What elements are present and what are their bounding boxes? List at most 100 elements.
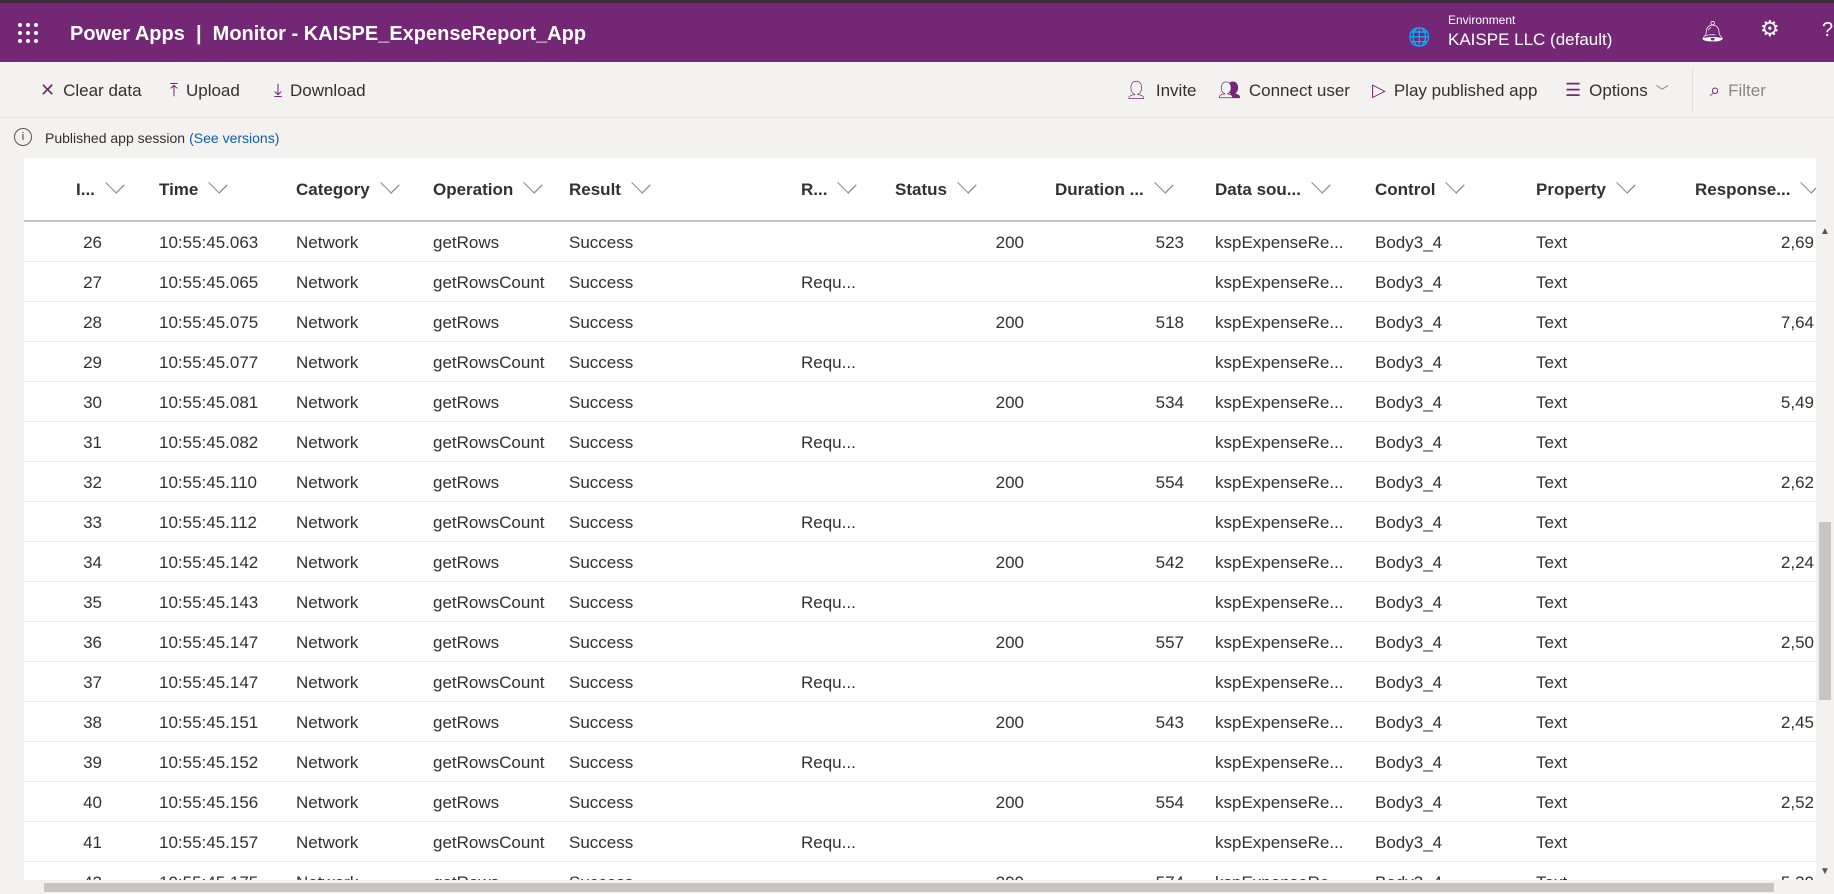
scroll-thumb[interactable] bbox=[44, 883, 1774, 892]
chevron-down-icon[interactable] bbox=[208, 174, 229, 194]
chevron-down-icon[interactable] bbox=[1311, 174, 1331, 194]
upload-button[interactable]: ⤒ Upload bbox=[170, 80, 240, 101]
play-published-app-button[interactable]: ▷ Play published app bbox=[1372, 80, 1538, 101]
cell-category: Network bbox=[296, 553, 359, 572]
play-icon: ▷ bbox=[1372, 80, 1386, 100]
cell-status: 200 bbox=[894, 873, 1024, 880]
download-button[interactable]: ⤓ Download bbox=[274, 80, 366, 101]
cell-property: Text bbox=[1536, 593, 1568, 612]
table-row[interactable]: 26 10:55:45.063 Network getRows Success 200 52… bbox=[24, 222, 1816, 262]
column-header-duration[interactable]: Duration ... bbox=[1055, 174, 1174, 200]
column-header-category[interactable]: Category bbox=[296, 174, 400, 200]
connect-user-button[interactable]: 👥︎ Connect user bbox=[1218, 80, 1350, 101]
cell-id: 38 bbox=[83, 713, 102, 732]
column-header-data-source[interactable]: Data sou... bbox=[1215, 174, 1331, 200]
cell-category: Network bbox=[296, 273, 359, 292]
chevron-down-icon[interactable] bbox=[523, 174, 544, 194]
column-header-id[interactable]: I... bbox=[76, 174, 125, 200]
chevron-down-icon[interactable] bbox=[1445, 174, 1466, 194]
column-header-label: Time bbox=[159, 180, 199, 199]
chevron-down-icon[interactable] bbox=[631, 174, 651, 194]
cell-category: Network bbox=[296, 393, 359, 412]
table-row[interactable]: 35 10:55:45.143 Network getRowsCount Success… bbox=[24, 582, 1816, 622]
scroll-thumb[interactable] bbox=[1819, 522, 1831, 700]
scroll-up-icon[interactable]: ▲ bbox=[1820, 226, 1830, 237]
session-text: Published app session bbox=[45, 130, 186, 146]
table-row[interactable]: 32 10:55:45.110 Network getRows Success 200 55… bbox=[24, 462, 1816, 502]
cell-data-source: kspExpenseRe... bbox=[1215, 633, 1344, 652]
cell-status: 200 bbox=[995, 633, 1024, 652]
clear-data-button[interactable]: ✕ Clear data bbox=[40, 80, 142, 101]
cell-data-source: kspExpenseRe... bbox=[1215, 313, 1344, 332]
table-row[interactable]: 38 10:55:45.151 Network getRows Success 200 54… bbox=[24, 702, 1816, 742]
cell-result: Success bbox=[569, 393, 634, 412]
cell-duration: 554 bbox=[1155, 793, 1184, 812]
column-header-r[interactable]: R... bbox=[801, 174, 858, 200]
table-row[interactable]: 34 10:55:45.142 Network getRows Success 200 54… bbox=[24, 542, 1816, 582]
see-versions-link[interactable]: (See versions) bbox=[189, 130, 279, 146]
cell-category: Network bbox=[296, 513, 359, 532]
cell-result: Success bbox=[569, 233, 634, 252]
vertical-scrollbar[interactable]: ▲ ▼ bbox=[1816, 222, 1834, 880]
cell-time: 10:55:45.082 bbox=[159, 433, 259, 452]
cell-control: Body3_4 bbox=[1375, 833, 1443, 852]
table-row[interactable]: 39 10:55:45.152 Network getRowsCount Success… bbox=[24, 742, 1816, 782]
table-row[interactable]: 27 10:55:45.065 Network getRowsCount Success… bbox=[24, 262, 1816, 302]
table-row[interactable]: 42 10:55:45.175 Network getRows Success 200 57… bbox=[24, 862, 1816, 880]
table-row[interactable]: 30 10:55:45.081 Network getRows Success 200 53… bbox=[24, 382, 1816, 422]
cell-status: 200 bbox=[995, 313, 1024, 332]
cell-control: Body3_4 bbox=[1375, 593, 1443, 612]
table-row[interactable]: 41 10:55:45.157 Network getRowsCount Success… bbox=[24, 822, 1816, 862]
table-row[interactable]: 28 10:55:45.075 Network getRows Success 200 51… bbox=[24, 302, 1816, 342]
chevron-down-icon[interactable] bbox=[1616, 174, 1636, 194]
cell-id: 31 bbox=[83, 433, 102, 452]
help-icon[interactable]: ? bbox=[1822, 19, 1833, 42]
column-header-control[interactable]: Control bbox=[1375, 174, 1466, 200]
horizontal-scrollbar[interactable] bbox=[0, 880, 1834, 894]
upload-icon: ⤒ bbox=[170, 80, 178, 100]
cell-operation: getRowsCount bbox=[433, 593, 545, 612]
table-row[interactable]: 33 10:55:45.112 Network getRowsCount Success… bbox=[24, 502, 1816, 542]
cell-id: 30 bbox=[83, 393, 102, 412]
cell-data-source: kspExpenseRe... bbox=[1215, 793, 1344, 812]
cell-status: 200 bbox=[995, 473, 1024, 492]
cell-operation: getRowsCount bbox=[433, 513, 545, 532]
column-header-result[interactable]: Result bbox=[569, 174, 651, 200]
gear-icon[interactable]: ⚙ bbox=[1760, 16, 1780, 42]
bell-icon[interactable]: 🔔︎ bbox=[1700, 19, 1725, 44]
column-header-operation[interactable]: Operation bbox=[433, 174, 544, 200]
scroll-down-icon[interactable]: ▼ bbox=[1820, 866, 1830, 877]
table-row[interactable]: 37 10:55:45.147 Network getRowsCount Success… bbox=[24, 662, 1816, 702]
cell-category: Network bbox=[296, 753, 359, 772]
cell-control: Body3_4 bbox=[1375, 633, 1443, 652]
chevron-down-icon[interactable] bbox=[957, 174, 977, 194]
column-header-status[interactable]: Status bbox=[895, 174, 977, 200]
invite-button[interactable]: 👤︎ Invite bbox=[1125, 80, 1197, 101]
cell-operation: getRowsCount bbox=[433, 433, 545, 452]
table-row[interactable]: 31 10:55:45.082 Network getRowsCount Success… bbox=[24, 422, 1816, 462]
cell-time: 10:55:45.147 bbox=[159, 633, 259, 652]
cell-result: Success bbox=[569, 513, 634, 532]
cell-operation: getRows bbox=[433, 793, 500, 812]
chevron-down-icon[interactable] bbox=[1154, 174, 1174, 194]
cell-duration: 518 bbox=[1155, 313, 1184, 332]
chevron-down-icon[interactable] bbox=[379, 174, 400, 194]
column-header-time[interactable]: Time bbox=[159, 174, 229, 200]
chevron-down-icon[interactable] bbox=[105, 174, 125, 194]
filter-button[interactable]: ⌕ Filter bbox=[1710, 80, 1766, 101]
cell-status: 200 bbox=[995, 233, 1024, 252]
cell-status: 200 bbox=[995, 713, 1024, 732]
cell-data-source: kspExpenseRe... bbox=[1215, 273, 1344, 292]
cell-duration: 574 bbox=[1054, 873, 1184, 880]
column-header-response[interactable]: Response... bbox=[1695, 174, 1816, 200]
options-button[interactable]: ☰ Options ﹀ bbox=[1565, 80, 1669, 101]
table-row[interactable]: 36 10:55:45.147 Network getRows Success 200 55… bbox=[24, 622, 1816, 662]
column-header-property[interactable]: Property bbox=[1536, 174, 1636, 200]
table-row[interactable]: 29 10:55:45.077 Network getRowsCount Success… bbox=[24, 342, 1816, 382]
events-grid: I... Time Category Operation Result R... Statu… bbox=[24, 158, 1816, 880]
table-row[interactable]: 40 10:55:45.156 Network getRows Success 200 55… bbox=[24, 782, 1816, 822]
chevron-down-icon[interactable] bbox=[837, 174, 858, 194]
app-launcher-icon[interactable] bbox=[18, 23, 38, 43]
chevron-down-icon[interactable] bbox=[1800, 174, 1816, 194]
cell-id: 33 bbox=[83, 513, 102, 532]
